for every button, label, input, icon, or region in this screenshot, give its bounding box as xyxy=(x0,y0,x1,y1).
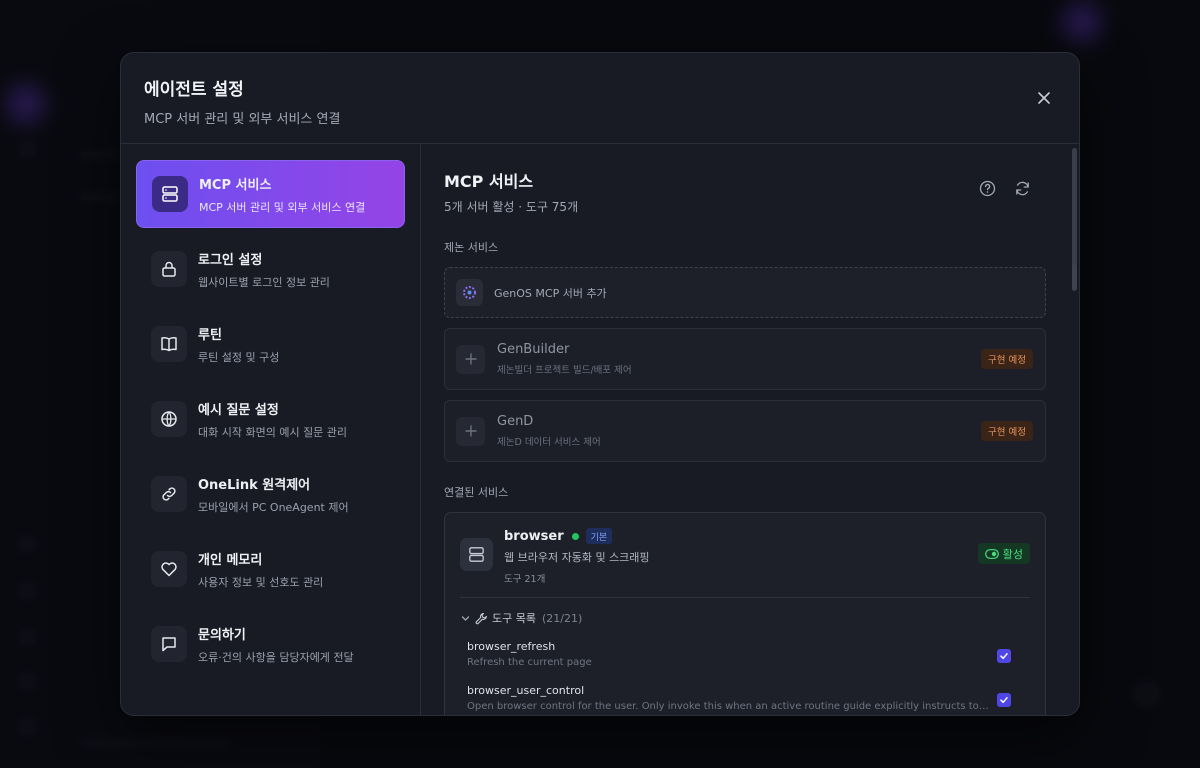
tool-checkbox[interactable] xyxy=(997,649,1011,663)
service-card-gend: GenD 제논D 데이터 서비스 제어 구현 예정 xyxy=(444,400,1046,462)
refresh-button[interactable] xyxy=(1014,180,1031,197)
add-server-label: GenOS MCP 서버 추가 xyxy=(494,286,607,300)
close-button[interactable] xyxy=(1035,89,1053,107)
status-dot xyxy=(571,532,579,540)
chat-icon xyxy=(151,626,187,662)
modal-header: 에이전트 설정 MCP 서버 관리 및 외부 서비스 연결 xyxy=(121,53,1079,144)
book-icon xyxy=(151,326,187,362)
tools-list-toggle[interactable]: 도구 목록 (21/21) xyxy=(460,611,1030,625)
globe-icon xyxy=(151,401,187,437)
nav-item-contact[interactable]: 문의하기 오류·건의 사항을 담당자에게 전달 xyxy=(136,610,405,678)
tools-count: (21/21) xyxy=(541,611,583,625)
server-icon xyxy=(152,176,188,212)
checkmark-icon xyxy=(1000,653,1008,660)
active-toggle[interactable]: 활성 xyxy=(977,543,1030,564)
content-subtitle: 5개 서버 활성 · 도구 75개 xyxy=(444,200,579,214)
section-label-connected: 연결된 서비스 xyxy=(444,486,509,499)
nav-desc: 루틴 설정 및 구성 xyxy=(198,350,280,364)
service-desc: 제논D 데이터 서비스 제어 xyxy=(497,437,601,448)
nav-label: OneLink 원격제어 xyxy=(198,477,311,493)
nav-desc: 사용자 정보 및 선호도 관리 xyxy=(198,575,324,589)
help-icon xyxy=(979,180,996,197)
service-card-genbuilder: GenBuilder 제논빌더 프로젝트 빌드/배포 제어 구현 예정 xyxy=(444,328,1046,390)
nav-label: 로그인 설정 xyxy=(198,252,263,268)
modal-title: 에이전트 설정 xyxy=(144,80,244,100)
nav-desc: 모바일에서 PC OneAgent 제어 xyxy=(198,500,349,514)
nav-item-onelink[interactable]: OneLink 원격제어 모바일에서 PC OneAgent 제어 xyxy=(136,460,405,528)
tools-label: 도구 목록 xyxy=(492,612,536,625)
service-name: browser xyxy=(504,528,564,544)
tool-count: 도구 21개 xyxy=(504,574,546,585)
tool-desc: Refresh the current page xyxy=(467,657,592,668)
chevron-down-icon xyxy=(461,615,470,621)
tool-checkbox[interactable] xyxy=(997,693,1011,707)
nav-desc: MCP 서버 관리 및 외부 서비스 연결 xyxy=(199,200,366,214)
help-button[interactable] xyxy=(979,180,996,197)
wrench-icon xyxy=(475,612,487,624)
nav-label: 예시 질문 설정 xyxy=(198,402,279,418)
checkmark-icon xyxy=(1000,697,1008,704)
add-service-button[interactable] xyxy=(456,344,485,374)
default-badge: 기본 xyxy=(585,528,613,544)
nav-desc: 대화 시작 화면의 예시 질문 관리 xyxy=(198,425,348,439)
mcp-services-panel: MCP 서비스 5개 서버 활성 · 도구 75개 제논 서비스 GenOS M… xyxy=(421,144,1079,715)
connected-service-card: browser 기본 웹 브라우저 자동화 및 스크래핑 도구 21개 활성 도… xyxy=(444,264,1077,715)
service-desc: 웹 브라우저 자동화 및 스크래핑 xyxy=(504,551,650,564)
add-genos-server-button[interactable]: GenOS MCP 서버 추가 xyxy=(444,267,1046,318)
refresh-icon xyxy=(1016,181,1029,196)
service-name: GenBuilder xyxy=(497,342,570,357)
nav-label: MCP 서비스 xyxy=(199,177,272,193)
plus-icon xyxy=(464,353,477,365)
lock-icon xyxy=(151,251,187,287)
coming-soon-badge: 구현 예정 xyxy=(981,349,1033,369)
nav-desc: 웹사이트별 로그인 정보 관리 xyxy=(198,275,330,289)
close-icon xyxy=(1038,92,1050,104)
tool-name: browser_refresh xyxy=(467,640,556,653)
tool-name: browser_user_control xyxy=(467,684,585,697)
add-service-button[interactable] xyxy=(456,416,485,446)
tool-row: browser_refresh Refresh the current page xyxy=(460,640,1030,668)
content-title: MCP 서비스 xyxy=(444,172,534,191)
service-desc: 제논빌더 프로젝트 빌드/배포 제어 xyxy=(497,365,632,376)
modal-subtitle: MCP 서버 관리 및 외부 서비스 연결 xyxy=(144,112,341,127)
genos-logo-icon xyxy=(456,279,483,306)
nav-desc: 오류·건의 사항을 담당자에게 전달 xyxy=(198,650,354,664)
tool-row: browser_user_control Open browser contro… xyxy=(460,684,1030,712)
service-name: GenD xyxy=(497,414,534,429)
settings-nav: MCP 서비스 MCP 서버 관리 및 외부 서비스 연결 로그인 설정 웹사이… xyxy=(121,144,421,715)
active-label: 활성 xyxy=(1002,547,1023,561)
nav-item-personal-memory[interactable]: 개인 메모리 사용자 정보 및 선호도 관리 xyxy=(136,535,405,603)
nav-item-example-questions[interactable]: 예시 질문 설정 대화 시작 화면의 예시 질문 관리 xyxy=(136,385,405,453)
server-icon xyxy=(460,538,493,571)
nav-label: 개인 메모리 xyxy=(198,552,263,568)
coming-soon-badge: 구현 예정 xyxy=(981,421,1033,441)
tool-desc: Open browser control for the user. Only … xyxy=(467,701,989,712)
nav-item-login-settings[interactable]: 로그인 설정 웹사이트별 로그인 정보 관리 xyxy=(136,235,405,303)
heart-icon xyxy=(151,551,187,587)
nav-item-mcp-services[interactable]: MCP 서비스 MCP 서버 관리 및 외부 서비스 연결 xyxy=(136,160,405,228)
plus-icon xyxy=(464,425,477,437)
nav-label: 문의하기 xyxy=(198,627,246,643)
agent-settings-modal: 에이전트 설정 MCP 서버 관리 및 외부 서비스 연결 MCP 서비스 MC… xyxy=(120,52,1080,716)
link-icon xyxy=(151,476,187,512)
nav-label: 루틴 xyxy=(198,327,222,343)
toggle-icon xyxy=(984,548,999,559)
section-label-genon: 제논 서비스 xyxy=(444,241,499,254)
nav-item-routine[interactable]: 루틴 루틴 설정 및 구성 xyxy=(136,310,405,378)
